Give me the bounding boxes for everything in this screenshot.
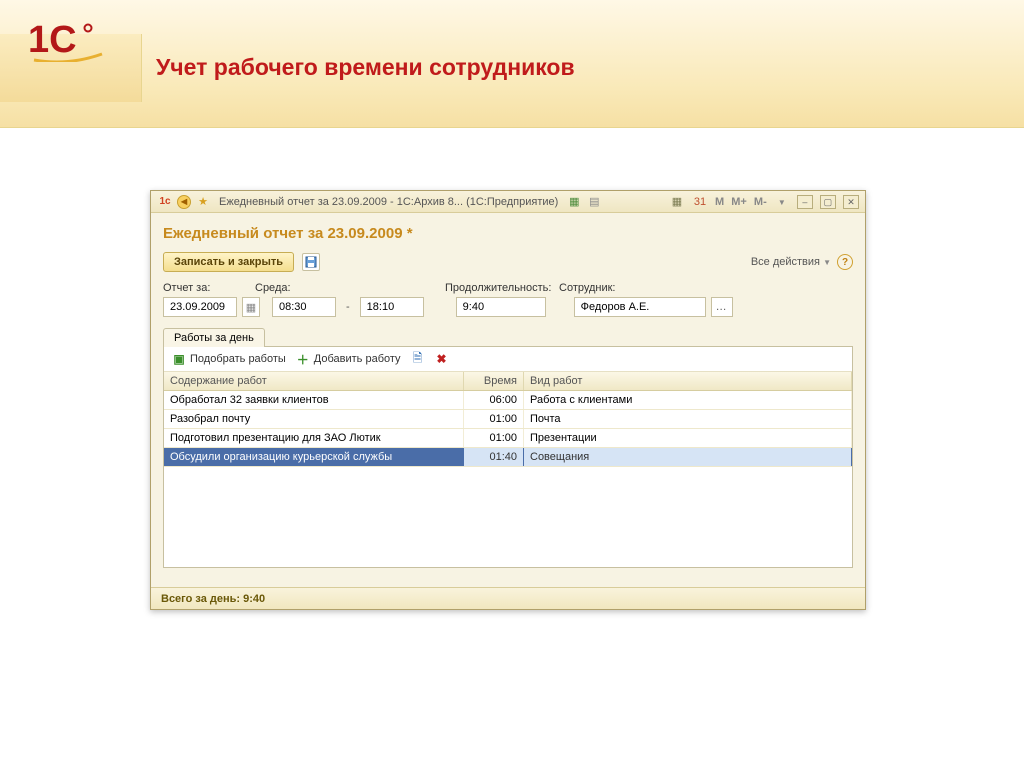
table-row[interactable]: Обработал 32 заявки клиентов06:00Работа … bbox=[164, 391, 852, 410]
cell-time: 01:40 bbox=[464, 448, 524, 466]
titlebar: 1c ◄ ★ Ежедневный отчет за 23.09.2009 - … bbox=[151, 191, 865, 213]
save-icon-button[interactable] bbox=[302, 253, 320, 271]
cell-type: Работа с клиентами bbox=[524, 391, 852, 409]
titlebar-right: ▦ 31 M M+ M- ▼ – ▢ ✕ bbox=[667, 193, 861, 210]
maximize-button[interactable]: ▢ bbox=[820, 195, 836, 209]
col-header-time[interactable]: Время bbox=[464, 372, 524, 390]
app-body: Ежедневный отчет за 23.09.2009 * Записат… bbox=[151, 213, 865, 574]
label-sreda: Среда: bbox=[255, 282, 427, 294]
status-bar: Всего за день: 9:40 bbox=[151, 587, 865, 609]
table-row[interactable]: Подготовил презентацию для ЗАО Лютик01:0… bbox=[164, 429, 852, 448]
cell-time: 06:00 bbox=[464, 391, 524, 409]
field-labels: Отчет за: Среда: Продолжительность: Сотр… bbox=[163, 282, 853, 294]
app-window: 1c ◄ ★ Ежедневный отчет за 23.09.2009 - … bbox=[150, 190, 866, 610]
delete-icon: ✖ bbox=[435, 352, 449, 366]
label-prod: Продолжительность: bbox=[427, 282, 557, 294]
cell-time: 01:00 bbox=[464, 429, 524, 447]
calendar-icon[interactable]: 31 bbox=[692, 194, 708, 210]
command-bar: Записать и закрыть Все действия ▼ ? bbox=[163, 252, 853, 272]
status-total: Всего за день: 9:40 bbox=[161, 593, 265, 605]
cell-time: 01:00 bbox=[464, 410, 524, 428]
calculator-icon[interactable]: ▦ bbox=[669, 193, 685, 209]
field-row: ▦ - … bbox=[163, 297, 853, 317]
cell-content: Обработал 32 заявки клиентов bbox=[164, 391, 464, 409]
table-row[interactable]: Разобрал почту01:00Почта bbox=[164, 410, 852, 429]
minimize-button[interactable]: – bbox=[797, 195, 813, 209]
logo-1c: 1C bbox=[28, 18, 108, 65]
duration-input[interactable] bbox=[456, 297, 546, 317]
document-title: Ежедневный отчет за 23.09.2009 * bbox=[163, 225, 853, 242]
tab-strip: Работы за день bbox=[163, 327, 853, 346]
tab-works[interactable]: Работы за день bbox=[163, 328, 265, 347]
cell-type: Презентации bbox=[524, 429, 852, 447]
plus-icon: ＋ bbox=[296, 352, 310, 366]
cell-content: Подготовил презентацию для ЗАО Лютик bbox=[164, 429, 464, 447]
cell-type: Почта bbox=[524, 410, 852, 428]
app-icon-1c: 1c bbox=[157, 194, 173, 210]
employee-input[interactable] bbox=[574, 297, 706, 317]
table-row[interactable]: Обсудили организацию курьерской службы01… bbox=[164, 448, 852, 467]
works-toolbar: ▣Подобрать работы ＋Добавить работу 🗎 ✖ bbox=[164, 347, 852, 372]
time-from-input[interactable] bbox=[272, 297, 336, 317]
chevron-down-icon: ▼ bbox=[823, 258, 831, 267]
doc-icon[interactable]: ▤ bbox=[586, 194, 602, 210]
cell-type: Совещания bbox=[524, 448, 852, 466]
label-otchet-za: Отчет за: bbox=[163, 282, 255, 294]
time-to-input[interactable] bbox=[360, 297, 424, 317]
label-sotr: Сотрудник: bbox=[557, 282, 616, 294]
memory-m[interactable]: M bbox=[715, 196, 724, 208]
favorite-icon[interactable]: ★ bbox=[195, 194, 211, 210]
cell-content: Обсудили организацию курьерской службы bbox=[164, 448, 464, 466]
employee-lookup-button[interactable]: … bbox=[711, 297, 733, 317]
cell-content: Разобрал почту bbox=[164, 410, 464, 428]
memory-mminus[interactable]: M- bbox=[754, 196, 767, 208]
svg-text:1C: 1C bbox=[28, 19, 77, 61]
pick-icon: ▣ bbox=[172, 352, 186, 366]
add-work-button[interactable]: ＋Добавить работу bbox=[296, 352, 401, 366]
back-button[interactable]: ◄ bbox=[177, 195, 191, 209]
slide-title: Учет рабочего времени сотрудников bbox=[156, 54, 575, 81]
grid-header: Содержание работ Время Вид работ bbox=[164, 372, 852, 391]
panel-toggle-icon[interactable]: ▦ bbox=[566, 194, 582, 210]
memory-mplus[interactable]: M+ bbox=[731, 196, 747, 208]
date-input[interactable] bbox=[163, 297, 237, 317]
slide-banner: 1C Учет рабочего времени сотрудников bbox=[0, 0, 1024, 128]
delete-work-button[interactable]: ✖ bbox=[435, 352, 449, 366]
help-button[interactable]: ? bbox=[837, 254, 853, 270]
time-dash: - bbox=[346, 301, 350, 313]
col-header-type[interactable]: Вид работ bbox=[524, 372, 852, 390]
all-actions-link[interactable]: Все действия ▼ bbox=[751, 256, 831, 268]
calendar-picker-button[interactable]: ▦ bbox=[242, 297, 260, 317]
grid-body: Обработал 32 заявки клиентов06:00Работа … bbox=[164, 391, 852, 467]
close-button[interactable]: ✕ bbox=[843, 195, 859, 209]
save-close-button[interactable]: Записать и закрыть bbox=[163, 252, 294, 272]
pick-works-button[interactable]: ▣Подобрать работы bbox=[172, 352, 286, 366]
tab-panel-works: ▣Подобрать работы ＋Добавить работу 🗎 ✖ С… bbox=[163, 346, 853, 568]
copy-work-button[interactable]: 🗎 bbox=[411, 352, 425, 366]
copy-icon: 🗎 bbox=[411, 352, 425, 366]
dropdown-icon[interactable]: ▼ bbox=[774, 194, 790, 210]
col-header-content[interactable]: Содержание работ bbox=[164, 372, 464, 390]
window-title: Ежедневный отчет за 23.09.2009 - 1С:Архи… bbox=[219, 196, 558, 208]
